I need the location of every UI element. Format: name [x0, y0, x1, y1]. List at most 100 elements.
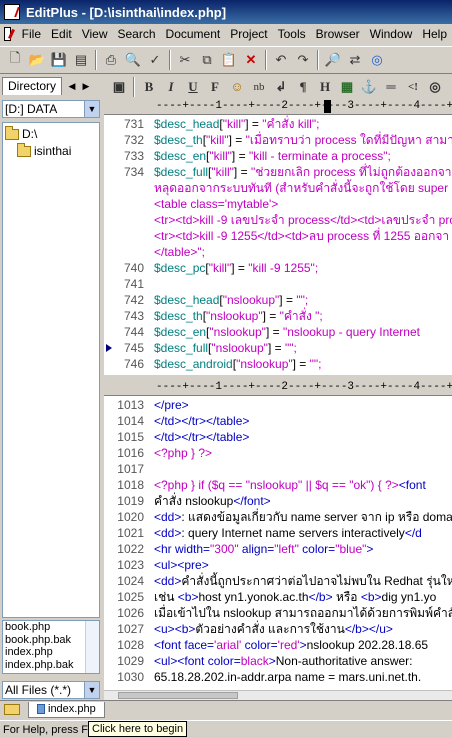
code-line[interactable]: 1014 </td></tr></table> [104, 413, 452, 429]
underline-icon[interactable]: U [182, 76, 204, 98]
print-icon[interactable]: ⎙ [100, 49, 122, 71]
redo-icon[interactable]: ↷ [292, 49, 314, 71]
code-token: $desc_full [154, 341, 209, 355]
font-icon[interactable]: F [204, 76, 226, 98]
horizontal-rule-icon[interactable]: ═ [380, 76, 402, 98]
comment-icon[interactable]: <! [402, 76, 424, 98]
code-line[interactable]: <tr><td>kill -9 เลขประจำ process</td><td… [104, 212, 452, 228]
document-menu-icon[interactable] [4, 27, 11, 41]
print-preview-icon[interactable]: 🔍 [122, 49, 144, 71]
scrollbar-thumb[interactable] [118, 692, 238, 699]
start-tooltip: Click here to begin [88, 721, 188, 737]
heading-icon[interactable]: H [314, 76, 336, 98]
image-icon[interactable]: ▦ [336, 76, 358, 98]
code-line[interactable]: 1019 คำสั่ง nslookup</font> [104, 493, 452, 509]
code-line[interactable]: 1027 <u><b>ตัวอย่างคำสั่ง และการใช้งาน</b… [104, 621, 452, 637]
code-line[interactable]: 1013 </pre> [104, 397, 452, 413]
code-line[interactable]: 731 $desc_head["kill"] = "คำสั่ง kill"; [104, 116, 452, 132]
open-file-icon[interactable]: 📂 [26, 49, 48, 71]
anchor-icon[interactable]: ⚓ [358, 76, 380, 98]
browser-icon[interactable]: ◎ [366, 49, 388, 71]
code-line[interactable]: 733 $desc_en["kill"] = "kill - terminate … [104, 148, 452, 164]
paste-icon[interactable]: 📋 [218, 49, 240, 71]
menu-edit[interactable]: Edit [46, 27, 77, 41]
tab-index-php[interactable]: index.php [28, 701, 105, 718]
table-icon[interactable]: ◎ [424, 76, 446, 98]
code-line[interactable]: 734 $desc_full["kill"] = "ช่วยยกเลิก proc… [104, 164, 452, 180]
code-line[interactable]: 1021 <dd>: query Internet name servers in… [104, 525, 452, 541]
paragraph-icon[interactable]: ¶ [292, 76, 314, 98]
code-line[interactable]: 1023 <ul><pre> [104, 557, 452, 573]
code-line[interactable]: <table class='mytable'> [104, 196, 452, 212]
code-line[interactable]: หลุดออกจากระบบทันที (สำหรับคำสั่งนี้จะถู… [104, 180, 452, 196]
nbsp-icon[interactable]: nb [248, 76, 270, 98]
menu-file[interactable]: File [17, 27, 46, 41]
tab-right-arrow-icon[interactable]: ▶ [80, 80, 92, 92]
tree-node-label: D:\ [22, 127, 38, 141]
quick-view-icon[interactable]: ▣ [108, 76, 130, 98]
line-break-icon[interactable]: ↲ [270, 76, 292, 98]
replace-icon[interactable]: ⇄ [344, 49, 366, 71]
code-line[interactable]: 742 $desc_head["nslookup"] = ""; [104, 292, 452, 308]
menu-search[interactable]: Search [113, 27, 161, 41]
drive-select[interactable]: [D:] DATA ▼ [2, 100, 100, 118]
editor-pane-bottom[interactable]: ----+----1----+----2----+----3----+----4… [104, 380, 452, 690]
find-icon[interactable]: 🔎 [322, 49, 344, 71]
code-line[interactable]: 1020 <dd>: แสดงข้อมูลเกี่ยวกับ name serve… [104, 509, 452, 525]
code-line[interactable]: 741 [104, 276, 452, 292]
delete-icon[interactable]: ✕ [240, 49, 262, 71]
code-line[interactable]: 1017 [104, 461, 452, 477]
code-line[interactable]: 1030 65.18.28.202.in-addr.arpa name = mar… [104, 669, 452, 685]
code-text: เช่น <b>host yn1.yonok.ac.th</b> หรือ <b… [154, 589, 436, 605]
bold-icon[interactable]: B [138, 76, 160, 98]
file-filter-select[interactable]: All Files (*.*) ▼ [2, 681, 100, 699]
code-line[interactable]: </table>"; [104, 244, 452, 260]
code-token: </b> [308, 590, 333, 604]
directory-tab[interactable]: Directory [2, 77, 63, 95]
menu-view[interactable]: View [77, 27, 113, 41]
copy-icon[interactable]: ⧉ [196, 49, 218, 71]
folder-icon[interactable] [4, 704, 20, 715]
chevron-down-icon[interactable]: ▼ [84, 682, 99, 698]
code-line[interactable]: 743 $desc_th["nslookup"] = "คำสั่ง "; [104, 308, 452, 324]
code-line[interactable]: 1029 <ul><font color=black>Non-authoritat… [104, 653, 452, 669]
cut-icon[interactable]: ✂ [174, 49, 196, 71]
code-line[interactable]: 740 $desc_pc["kill"] = "kill -9 1255"; [104, 260, 452, 276]
code-line[interactable]: 1028 <font face='arial' color='red'>nsloo… [104, 637, 452, 653]
menu-browser[interactable]: Browser [311, 27, 365, 41]
chevron-down-icon[interactable]: ▼ [84, 101, 99, 117]
menu-window[interactable]: Window [365, 27, 418, 41]
menu-document[interactable]: Document [161, 27, 226, 41]
code-line[interactable]: 744 $desc_en["nslookup"] = "nslookup - qu… [104, 324, 452, 340]
color-icon[interactable]: ☺ [226, 76, 248, 98]
tab-left-arrow-icon[interactable]: ◀ [66, 80, 78, 92]
save-icon[interactable]: 💾 [48, 49, 70, 71]
horizontal-scrollbar[interactable] [104, 690, 452, 700]
code-line[interactable]: 1025 เช่น <b>host yn1.yonok.ac.th</b> หรื… [104, 589, 452, 605]
new-file-icon[interactable]: 🗋 [4, 49, 26, 71]
code-line[interactable]: 1024 <dd>คำสั่งนี้ถูกประกาศว่าต่อไปอาจไม่… [104, 573, 452, 589]
code-line[interactable]: 746 $desc_android["nslookup"] = ""; [104, 356, 452, 372]
menu-tools[interactable]: Tools [273, 27, 311, 41]
undo-icon[interactable]: ↶ [270, 49, 292, 71]
code-token: <ul><pre> [154, 558, 209, 572]
code-line[interactable]: 1018 <?php } if ($q == "nslookup" || $q =… [104, 477, 452, 493]
line-number: 1018 [117, 478, 144, 492]
code-line[interactable]: 1016 <?php } ?> [104, 445, 452, 461]
code-line[interactable]: <tr><td>kill -9 1255</td><td>ลบ process … [104, 228, 452, 244]
file-list-scrollbar[interactable] [85, 621, 99, 673]
spellcheck-icon[interactable]: ✓ [144, 49, 166, 71]
code-line[interactable]: 1026 เมื่อเข้าไปใน nslookup สามารถออกมาได… [104, 605, 452, 621]
italic-icon[interactable]: I [160, 76, 182, 98]
code-line[interactable]: 1015 </td></tr></table> [104, 429, 452, 445]
code-line[interactable]: 1022 <hr width="300" align="left" color="… [104, 541, 452, 557]
tree-node-isinthai[interactable]: isinthai [17, 142, 71, 159]
code-line[interactable]: 732 $desc_th["kill"] = "เมื่อทราบว่า proc… [104, 132, 452, 148]
editor-pane-top[interactable]: ----+----1----+----2----+----3----+----4… [104, 99, 452, 375]
menu-project[interactable]: Project [225, 27, 272, 41]
code-text: คำสั่ง nslookup</font> [154, 493, 271, 509]
code-line[interactable]: 745 $desc_full["nslookup"] = ""; [104, 340, 452, 356]
tree-node-root[interactable]: D:\ [5, 125, 38, 142]
save-all-icon[interactable]: ▤ [70, 49, 92, 71]
menu-help[interactable]: Help [417, 27, 452, 41]
